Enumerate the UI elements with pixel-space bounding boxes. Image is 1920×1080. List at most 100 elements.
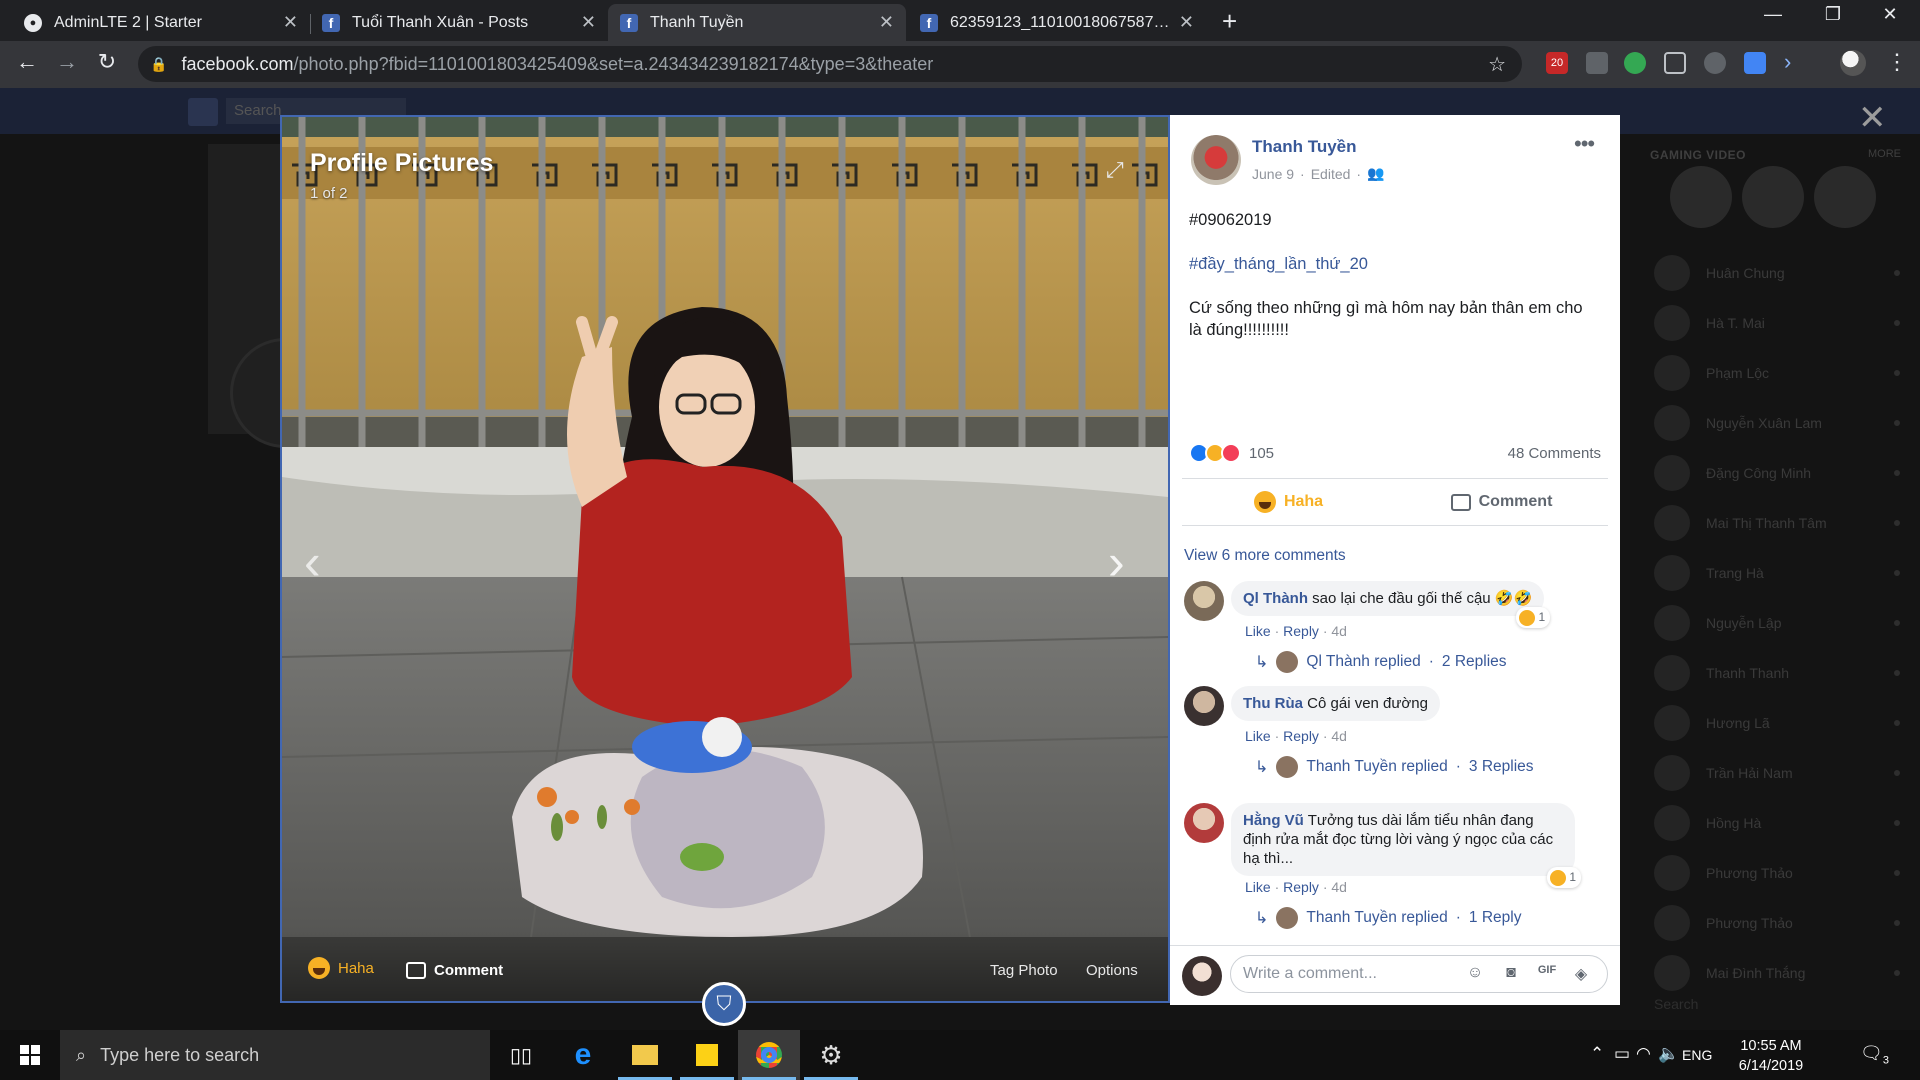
meta-dot: · — [1300, 165, 1305, 182]
profile-avatar[interactable] — [1840, 50, 1866, 76]
contact-name: Phương Thảo — [1706, 915, 1793, 931]
notification-center-icon[interactable]: 🗨3 — [1860, 1043, 1889, 1067]
back-button[interactable]: ← — [12, 49, 42, 75]
tag-photo-button[interactable]: Tag Photo — [990, 962, 1058, 979]
edge-browser-icon[interactable]: e — [552, 1030, 614, 1080]
browser-tab[interactable]: f 62359123_1101001806758742_1... ✕ — [908, 4, 1206, 41]
next-photo-arrow-icon[interactable]: › — [1108, 533, 1125, 591]
comment-reply-link[interactable]: Reply — [1283, 879, 1319, 895]
comment-like-link[interactable]: Like — [1245, 623, 1271, 639]
camera-icon[interactable]: ◙ — [1501, 964, 1521, 984]
reaction-count[interactable]: 105 — [1249, 445, 1274, 462]
restore-button[interactable]: ❐ — [1813, 4, 1853, 25]
comment-replies-link[interactable]: ↳ Ql Thành replied · 2 Replies — [1255, 651, 1507, 673]
comment-replies-link[interactable]: ↳ Thanh Tuyền replied · 3 Replies — [1255, 756, 1534, 778]
sticky-notes-icon[interactable] — [676, 1030, 738, 1080]
options-button[interactable]: Options — [1086, 962, 1138, 979]
comment-author[interactable]: Hằng Vũ — [1243, 812, 1304, 829]
comment-reaction-badge[interactable]: 1 — [1516, 607, 1551, 628]
album-title[interactable]: Profile Pictures — [310, 149, 493, 178]
expand-icon[interactable]: ⤢ — [1106, 157, 1124, 183]
reload-button[interactable]: ↻ — [92, 49, 122, 75]
task-view-icon[interactable]: ▯▯ — [490, 1030, 552, 1080]
edit-extension-icon[interactable] — [1664, 52, 1686, 74]
browser-tab[interactable]: ● AdminLTE 2 | Starter ✕ — [12, 4, 310, 41]
system-clock[interactable]: 10:55 AM 6/14/2019 — [1716, 1036, 1826, 1076]
comment-bubble: Ql Thành sao lại che đầu gối thế cậu 🤣🤣 … — [1231, 581, 1551, 628]
gif-icon[interactable]: GIF — [1537, 964, 1557, 984]
photo-viewer[interactable]: Profile Pictures 1 of 2 ⤢ ‹ › Haha Comme… — [280, 115, 1170, 1003]
close-icon[interactable]: ✕ — [283, 12, 298, 33]
post-more-options-icon[interactable]: ••• — [1574, 131, 1595, 157]
sticker-icon[interactable]: ◈ — [1571, 964, 1591, 984]
clock-time: 10:55 AM — [1740, 1038, 1802, 1054]
comment-reply-link[interactable]: Reply — [1283, 623, 1319, 639]
chevron-up-icon[interactable]: ⌃ — [1590, 1044, 1604, 1064]
commenter-avatar[interactable] — [1184, 581, 1224, 621]
commenter-avatar[interactable] — [1184, 803, 1224, 843]
input-language[interactable]: ENG — [1682, 1047, 1712, 1063]
close-icon[interactable]: ✕ — [1179, 12, 1194, 33]
browser-tab-active[interactable]: f Thanh Tuyền ✕ — [608, 4, 906, 41]
online-status-dot — [1894, 270, 1900, 276]
comment-like-link[interactable]: Like — [1245, 879, 1271, 895]
comment-author[interactable]: Ql Thành — [1243, 590, 1308, 607]
comment-count[interactable]: 48 Comments — [1508, 445, 1601, 462]
commenter-avatar[interactable] — [1184, 686, 1224, 726]
comment-text: sao lại che đầu gối thế cậu 🤣🤣 — [1312, 590, 1533, 607]
browser-tab[interactable]: f Tuổi Thanh Xuân - Posts ✕ — [310, 4, 608, 41]
volume-icon[interactable]: 🔈 — [1658, 1044, 1679, 1064]
contact-avatar — [1654, 755, 1690, 791]
close-icon[interactable]: ✕ — [879, 12, 894, 33]
extension-badge-icon[interactable]: 20 — [1546, 52, 1568, 74]
battery-icon[interactable]: ▭ — [1614, 1044, 1630, 1064]
comment-time[interactable]: 4d — [1331, 879, 1347, 895]
author-name[interactable]: Thanh Tuyền — [1252, 137, 1357, 157]
contact-avatar — [1654, 255, 1690, 291]
photo-counter: 1 of 2 — [310, 185, 348, 202]
pen-extension-icon[interactable] — [1586, 52, 1608, 74]
photo-comment-button[interactable]: Comment — [406, 962, 503, 979]
photo-haha-button[interactable]: Haha — [308, 957, 374, 979]
url-path: /photo.php?fbid=1101001803425409&set=a.2… — [293, 53, 934, 74]
comment-reply-link[interactable]: Reply — [1283, 728, 1319, 744]
comment-reaction-badge[interactable]: 1 — [1547, 867, 1581, 888]
comment-time[interactable]: 4d — [1331, 623, 1347, 639]
color-extension-icon[interactable] — [1624, 52, 1646, 74]
wifi-icon[interactable]: ◠ — [1636, 1044, 1651, 1064]
contact-name: Nguyễn Lập — [1706, 615, 1782, 631]
bookmark-star-icon[interactable]: ☆ — [1488, 52, 1506, 77]
haha-reaction-button[interactable]: Haha — [1182, 479, 1395, 525]
address-bar[interactable]: 🔒 facebook.com/photo.php?fbid=1101001803… — [138, 46, 1522, 82]
comment-button[interactable]: Comment — [1395, 479, 1608, 525]
emoji-icon[interactable]: ☺ — [1465, 964, 1485, 984]
comment-author[interactable]: Thu Rùa — [1243, 695, 1303, 712]
window-close-button[interactable]: ✕ — [1870, 4, 1910, 25]
forward-button[interactable]: → — [52, 49, 82, 75]
arrow-extension-icon[interactable]: › — [1784, 51, 1806, 74]
new-tab-button[interactable]: + — [1222, 6, 1237, 37]
post-date[interactable]: June 9 — [1252, 166, 1294, 182]
browser-menu-icon[interactable]: ⋮ — [1886, 49, 1908, 75]
shield-icon[interactable]: ⛉ — [702, 982, 746, 1026]
close-icon[interactable]: ✕ — [581, 12, 596, 33]
comment-time[interactable]: 4d — [1331, 728, 1347, 744]
view-more-comments-link[interactable]: View 6 more comments — [1184, 547, 1346, 565]
file-explorer-icon[interactable] — [614, 1030, 676, 1080]
translate-extension-icon[interactable] — [1744, 52, 1766, 74]
comment-replies-link[interactable]: ↳ Thanh Tuyền replied · 1 Reply — [1255, 907, 1521, 929]
hashtag-link[interactable]: #đầy_tháng_lần_thứ_20 — [1189, 253, 1599, 275]
taskbar-search[interactable]: ⌕ Type here to search — [60, 1030, 490, 1080]
reply-count: 3 Replies — [1468, 758, 1534, 775]
close-theater-icon[interactable]: ✕ — [1858, 98, 1887, 138]
previous-photo-arrow-icon[interactable]: ‹ — [304, 533, 321, 591]
author-avatar[interactable] — [1191, 135, 1241, 185]
settings-gear-icon[interactable]: ⚙ — [800, 1030, 862, 1080]
minimize-button[interactable]: — — [1753, 4, 1793, 25]
comment-like-link[interactable]: Like — [1245, 728, 1271, 744]
love-reaction-icon[interactable] — [1221, 443, 1241, 463]
chrome-browser-icon[interactable] — [738, 1030, 800, 1080]
cast-extension-icon[interactable] — [1704, 52, 1726, 74]
edited-label[interactable]: Edited — [1311, 166, 1351, 182]
start-button[interactable] — [0, 1030, 60, 1080]
